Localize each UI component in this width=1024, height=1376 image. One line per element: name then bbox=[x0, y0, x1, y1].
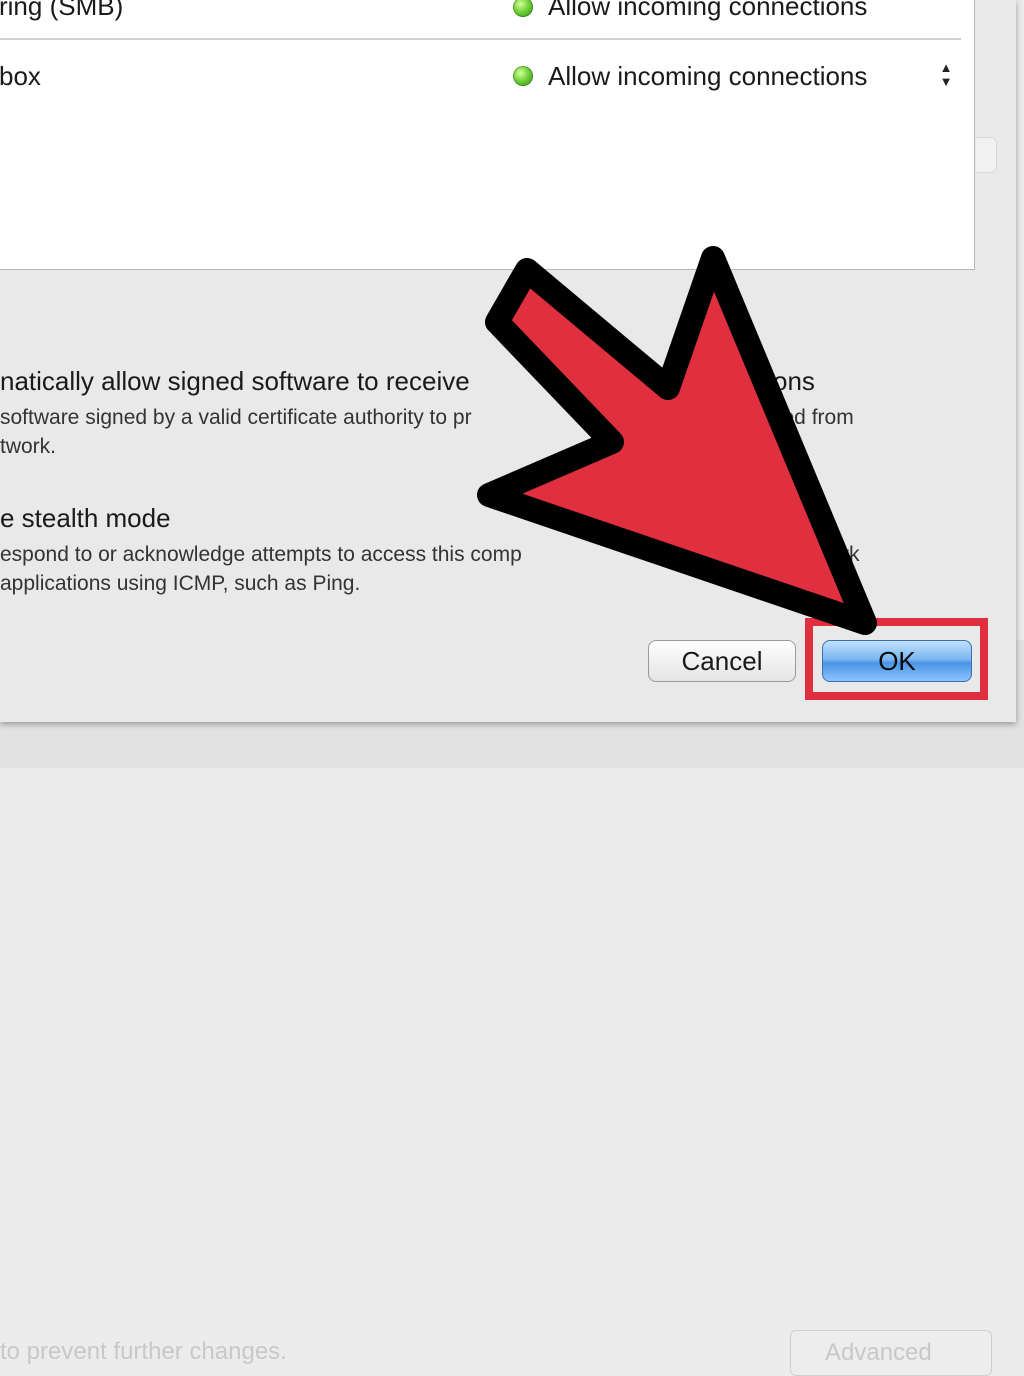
signed-software-desc-line1: software signed by a valid certificate a… bbox=[0, 406, 472, 429]
service-name: ring (SMB) bbox=[0, 0, 124, 21]
service-status[interactable]: Allow incoming connections bbox=[548, 0, 867, 22]
signed-software-checkbox-label[interactable]: natically allow signed software to recei… bbox=[0, 366, 470, 397]
green-dot-icon bbox=[513, 66, 533, 86]
green-dot-icon bbox=[513, 0, 533, 17]
signed-software-title-tail: ons bbox=[773, 366, 815, 396]
stealth-mode-checkbox-label[interactable]: e stealth mode bbox=[0, 503, 171, 534]
advanced-button-label: Advanced bbox=[825, 1339, 932, 1366]
list-item[interactable]: ring (SMB) Allow incoming connections bbox=[0, 0, 959, 25]
signed-software-desc-line2: twork. bbox=[0, 435, 57, 458]
ok-highlight-box bbox=[805, 618, 988, 700]
advanced-button[interactable]: Advanced bbox=[790, 1330, 992, 1376]
stealth-mode-desc-line2: applications using ICMP, such as Ping. bbox=[0, 572, 361, 595]
signed-software-title: natically allow signed software to recei… bbox=[0, 366, 470, 396]
background-field-edge bbox=[976, 137, 997, 173]
service-name: box bbox=[0, 61, 41, 91]
list-item[interactable]: box Allow incoming connections ▲ ▼ bbox=[0, 61, 959, 95]
stealth-mode-title: e stealth mode bbox=[0, 503, 171, 533]
signed-software-desc-line1-tail: sed from bbox=[772, 406, 854, 429]
row-divider bbox=[0, 38, 961, 40]
firewall-options-sheet: ring (SMB) Allow incoming connections bo… bbox=[0, 0, 1016, 722]
service-status[interactable]: Allow incoming connections bbox=[548, 61, 867, 92]
stealth-mode-desc-line1-tail: rk bbox=[842, 543, 860, 566]
lock-hint-text: to prevent further changes. bbox=[0, 1338, 287, 1365]
cancel-button[interactable]: Cancel bbox=[648, 640, 796, 682]
up-down-stepper-icon[interactable]: ▲ ▼ bbox=[939, 61, 953, 91]
services-list[interactable]: ring (SMB) Allow incoming connections bo… bbox=[0, 0, 975, 270]
stealth-mode-desc-line1: espond to or acknowledge attempts to acc… bbox=[0, 543, 522, 566]
